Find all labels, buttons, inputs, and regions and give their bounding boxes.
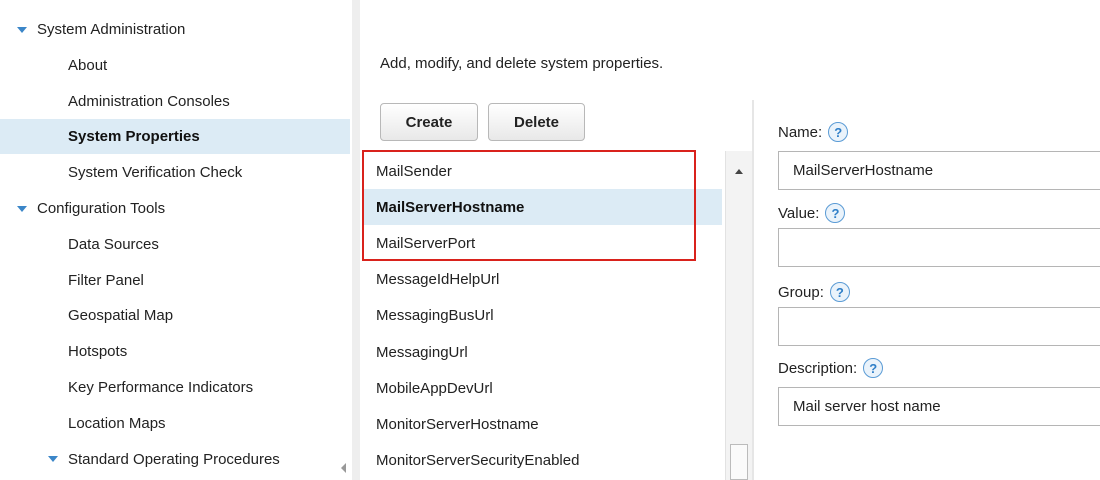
property-list-item[interactable]: MonitorServerSecurityEnabled [362,443,722,479]
description-label: Description: ? [778,358,884,378]
help-icon[interactable]: ? [828,122,849,142]
nav-item-label: Filter Panel [68,271,144,289]
property-list-item[interactable]: MessageIdHelpUrl [362,262,722,298]
scrollbar-thumb[interactable] [730,444,748,480]
page-description: Add, modify, and delete system propertie… [380,55,664,72]
property-list-item[interactable]: MonitorServerHostname [362,406,722,442]
nav-item[interactable]: Location Maps [0,406,350,441]
nav-item[interactable]: Standard Operating Procedures [0,442,350,477]
expand-triangle-icon[interactable] [17,26,27,33]
nav-item-label: Standard Operating Procedures [68,450,280,468]
nav-item[interactable]: System Verification Check [0,155,350,190]
value-label: Value: ? [778,203,846,223]
nav-item[interactable]: Key Performance Indicators [0,370,350,405]
property-list-item[interactable]: MailServerPort [362,225,722,261]
nav-item-label: Hotspots [68,343,128,361]
help-icon[interactable]: ? [825,203,846,223]
list-scrollbar[interactable] [725,151,753,480]
property-list: MailSender MailServerHostname MailServerPo… [362,151,724,480]
nav-item-label: System Verification Check [68,164,243,182]
name-label: Name: ? [778,122,849,142]
nav-item-label: System Administration [37,21,186,38]
nav-item-label: Administration Consoles [68,92,230,110]
nav-item-label: Geospatial Map [68,307,174,325]
nav-item[interactable]: Administration Consoles [0,84,350,119]
property-list-item[interactable]: MailSender [362,153,722,189]
name-field[interactable]: MailServerHostname [778,151,1100,190]
nav-item-label: Key Performance Indicators [68,379,254,396]
nav-item-label: Location Maps [68,414,166,432]
expand-triangle-icon[interactable] [17,205,27,212]
nav-item[interactable]: System Properties [0,119,350,155]
description-label-text: Description: [778,359,858,377]
nav-item[interactable]: System Administration [0,12,350,47]
nav-item-label: Configuration Tools [37,200,166,217]
property-list-item[interactable]: MobileAppDevUrl [362,370,722,406]
property-list-item[interactable]: MessagingBusUrl [362,298,722,334]
group-label-text: Group: [778,283,824,301]
nav-item-label: Data Sources [68,235,159,253]
nav-item-label: About [68,56,108,74]
nav-item[interactable]: Hotspots [0,334,350,369]
description-field[interactable]: Mail server host name [778,387,1100,426]
nav-item[interactable]: Geospatial Map [0,298,350,333]
panel-divider [752,100,754,480]
name-label-text: Name: [778,123,823,141]
delete-button[interactable]: Delete [488,103,585,141]
nav-item[interactable]: Configuration Tools [0,191,350,226]
nav-item[interactable]: Filter Panel [0,263,350,298]
nav-item[interactable]: About [0,48,350,83]
collapse-arrow-icon[interactable] [341,463,346,473]
property-list-item[interactable]: MessagingUrl [362,334,722,370]
property-list-item[interactable]: MailServerHostname [362,189,722,226]
scroll-up-arrow-icon[interactable] [735,169,743,174]
help-icon[interactable]: ? [863,358,884,378]
value-field[interactable] [778,228,1100,267]
group-label: Group: ? [778,282,850,302]
nav-item-label: System Properties [68,128,200,146]
expand-triangle-icon[interactable] [48,456,58,463]
navigation-tree: System Administration About Administration… [0,0,350,480]
value-label-text: Value: [778,204,820,222]
nav-item[interactable]: Data Sources [0,227,350,262]
group-field[interactable] [778,307,1100,346]
nav-splitter[interactable] [352,0,360,480]
create-button[interactable]: Create [380,103,478,141]
help-icon[interactable]: ? [829,282,850,302]
